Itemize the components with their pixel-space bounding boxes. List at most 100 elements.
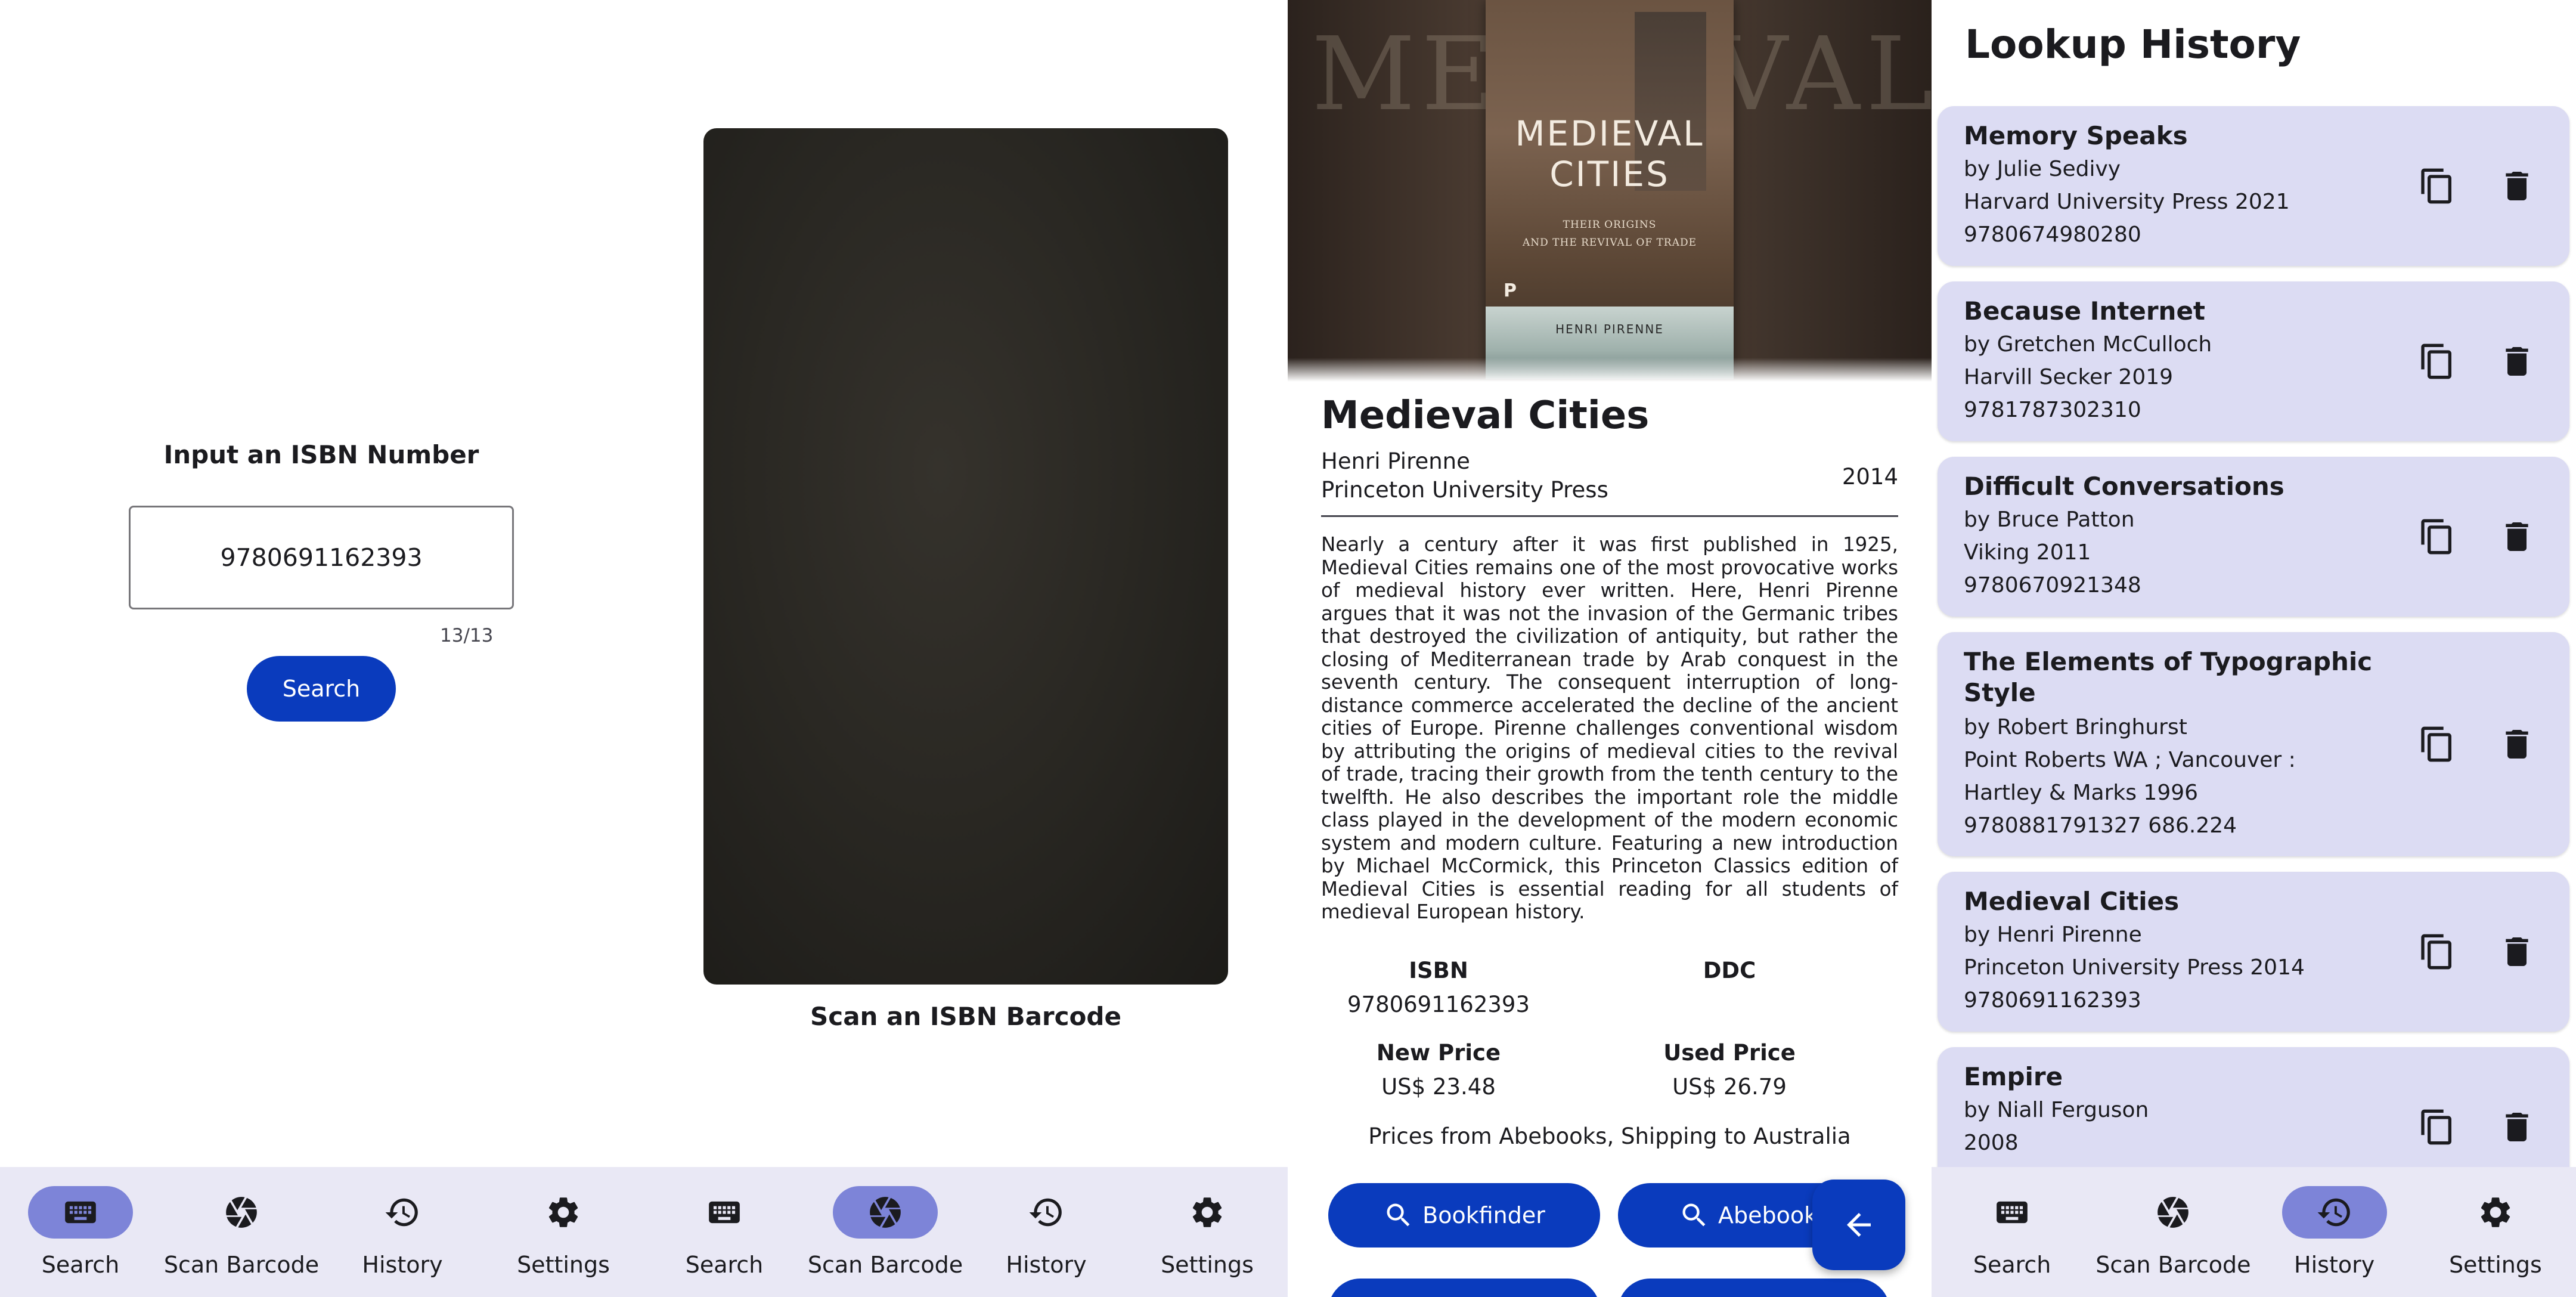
camera-preview[interactable] <box>703 128 1228 985</box>
camera-shutter-icon <box>2155 1194 2191 1231</box>
cover-hero-backdrop: MEDIEVAL CITIES MEDIEVAL CITIES THEIR OR… <box>1288 0 1932 382</box>
keyboard-icon <box>1994 1194 2031 1231</box>
history-card[interactable]: Memory Speaks by Julie Sedivy Harvard Un… <box>1938 106 2569 266</box>
copy-icon[interactable] <box>2418 933 2456 971</box>
history-card-publisher: Princeton University Press 2014 <box>1964 955 2305 980</box>
bookfinder-button[interactable]: Bookfinder <box>1328 1183 1600 1248</box>
book-title: Medieval Cities <box>1321 394 1650 438</box>
bookfinder-button-label: Bookfinder <box>1422 1202 1545 1228</box>
history-card-publisher: Point Roberts WA ; Vancouver : <box>1964 748 2296 772</box>
nav-item-search[interactable]: Search <box>1932 1167 2093 1297</box>
history-card-actions <box>2418 342 2536 380</box>
nav-item-search[interactable]: Search <box>644 1167 805 1297</box>
delete-icon[interactable] <box>2498 342 2536 380</box>
history-card-title: Medieval Cities <box>1964 887 2180 916</box>
history-card-title: The Elements of Typographic Style <box>1964 647 2373 707</box>
copy-icon[interactable] <box>2418 725 2456 763</box>
history-card-publisher: Harvill Secker 2019 <box>1964 365 2174 389</box>
isbn-value: 9780691162393 <box>1347 992 1530 1017</box>
history-card-author: by Gretchen McCulloch <box>1964 332 2212 357</box>
copy-icon[interactable] <box>2418 518 2456 556</box>
cover-title-line: MEDIEVAL <box>1515 113 1704 154</box>
keyboard-icon <box>706 1194 743 1231</box>
ddc-label: DDC <box>1703 958 1756 983</box>
gear-icon <box>2477 1194 2514 1231</box>
nav-label: Search <box>1973 1252 2051 1278</box>
page-title: Lookup History <box>1965 21 2301 67</box>
history-card-title: Because Internet <box>1964 296 2206 326</box>
history-card-author: by Henri Pirenne <box>1964 923 2142 947</box>
gear-icon <box>1189 1194 1226 1231</box>
cover-subtitle-line: THEIR ORIGINS <box>1563 219 1657 231</box>
hero-fade <box>1288 358 1932 382</box>
search-icon <box>1679 1200 1710 1231</box>
nav-item-scan-barcode[interactable]: Scan Barcode <box>2093 1167 2253 1297</box>
book-cover-image: MEDIEVAL CITIES THEIR ORIGINS AND THE RE… <box>1486 0 1734 379</box>
new-price-field: New Price US$ 23.48 <box>1319 1040 1558 1100</box>
nav-item-history[interactable]: History <box>2254 1167 2415 1297</box>
history-card-publisher: 2008 <box>1964 1131 2019 1155</box>
history-card[interactable]: Because Internet by Gretchen McCulloch H… <box>1938 281 2569 441</box>
new-price-label: New Price <box>1376 1040 1501 1066</box>
cover-title: MEDIEVAL CITIES <box>1486 113 1734 194</box>
cover-subtitle: THEIR ORIGINS AND THE REVIVAL OF TRADE <box>1486 216 1734 252</box>
nav-pill <box>833 1186 938 1239</box>
history-card-isbn: 9780881791327 686.224 <box>1964 813 2237 838</box>
scan-screen-nav-container: Search Scan Barcode History Settings <box>644 1167 1288 1297</box>
cover-subtitle-line: AND THE REVIVAL OF TRADE <box>1522 237 1697 249</box>
delete-icon[interactable] <box>2498 167 2536 205</box>
history-screen: Lookup History Memory Speaks by Julie Se… <box>1932 0 2576 1297</box>
used-price-value: US$ 26.79 <box>1672 1074 1787 1100</box>
more-button[interactable] <box>1618 1279 1890 1297</box>
copy-icon[interactable] <box>2418 167 2456 205</box>
bottom-navigation: Search Scan Barcode History Settings <box>1932 1167 2576 1297</box>
copy-icon[interactable] <box>2418 1108 2456 1146</box>
nav-pill <box>2121 1186 2225 1239</box>
nav-label: History <box>1006 1252 1087 1278</box>
nav-item-settings[interactable]: Settings <box>2415 1167 2576 1297</box>
copy-icon[interactable] <box>2418 342 2456 380</box>
history-card-author: by Niall Ferguson <box>1964 1098 2149 1122</box>
delete-icon[interactable] <box>2498 933 2536 971</box>
book-detail-screen: MEDIEVAL CITIES MEDIEVAL CITIES THEIR OR… <box>1288 0 1932 1297</box>
history-icon <box>1028 1194 1065 1231</box>
bottom-navigation: Search Scan Barcode History Settings <box>644 1167 1288 1297</box>
history-card-isbn: 9780674980280 <box>1964 222 2141 247</box>
history-card[interactable]: The Elements of Typographic Style by Rob… <box>1938 632 2569 856</box>
nav-item-settings[interactable]: Settings <box>1127 1167 1288 1297</box>
delete-icon[interactable] <box>2498 1108 2536 1146</box>
nav-pill <box>2281 1186 2387 1239</box>
history-card[interactable]: Medieval Cities by Henri Pirenne Princet… <box>1938 872 2569 1032</box>
prices-source-note: Prices from Abebooks, Shipping to Austra… <box>1368 1123 1851 1149</box>
book-year: 2014 <box>1842 464 1898 490</box>
cover-author: HENRI PIRENNE <box>1555 322 1664 336</box>
history-card-isbn: 9780670921348 <box>1964 573 2141 598</box>
used-price-field: Used Price US$ 26.79 <box>1610 1040 1849 1100</box>
history-card-title: Empire <box>1964 1062 2063 1091</box>
history-card[interactable]: Difficult Conversations by Bruce Patton … <box>1938 457 2569 617</box>
nav-label: History <box>2294 1252 2375 1278</box>
camera-shutter-icon <box>867 1194 904 1231</box>
nav-pill <box>1155 1186 1260 1239</box>
delete-icon[interactable] <box>2498 518 2536 556</box>
history-card-publisher: Harvard University Press 2021 <box>1964 190 2290 214</box>
new-price-value: US$ 23.48 <box>1381 1074 1496 1100</box>
more-button[interactable] <box>1328 1279 1600 1297</box>
ddc-value <box>1610 992 1849 1018</box>
nav-item-scan-barcode[interactable]: Scan Barcode <box>805 1167 966 1297</box>
divider <box>1321 515 1898 517</box>
cover-title-line: CITIES <box>1549 154 1670 194</box>
search-icon <box>1383 1200 1414 1231</box>
publisher-logo: P <box>1504 280 1517 301</box>
nav-label: Scan Barcode <box>807 1252 963 1278</box>
nav-item-history[interactable]: History <box>966 1167 1127 1297</box>
scan-caption: Scan an ISBN Barcode <box>810 1002 1121 1031</box>
history-card-actions <box>2418 933 2536 971</box>
back-fab[interactable] <box>1812 1180 1905 1270</box>
nav-label: Search <box>685 1252 764 1278</box>
history-card-isbn: 9780691162393 <box>1964 988 2141 1013</box>
delete-icon[interactable] <box>2498 725 2536 763</box>
history-card-author: by Robert Bringhurst <box>1964 715 2187 739</box>
nav-pill <box>2443 1186 2548 1239</box>
nav-pill <box>1960 1186 2064 1239</box>
